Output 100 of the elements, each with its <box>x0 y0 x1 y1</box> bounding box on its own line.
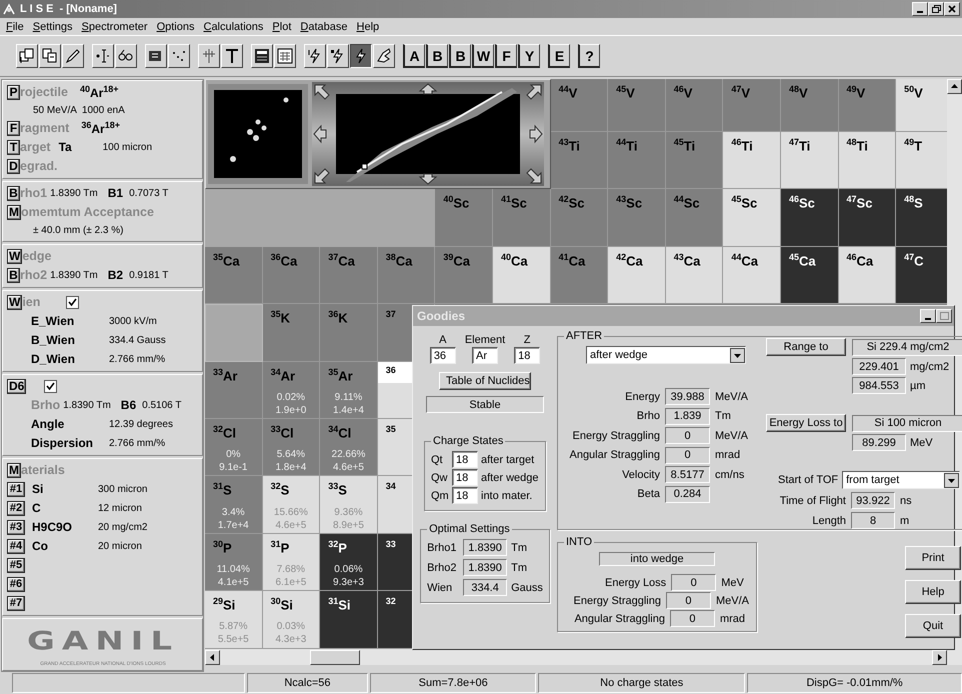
energy-loss-to-button[interactable]: Energy Loss to <box>766 414 846 432</box>
key-button[interactable]: F <box>7 120 20 136</box>
key-button[interactable]: W <box>7 294 22 310</box>
nuclide-cell[interactable]: $^{48}$S <box>896 189 947 247</box>
nuclide-cell[interactable]: $^{43}$Sc <box>608 189 666 247</box>
input-field[interactable]: 18 <box>452 487 478 504</box>
nuclide-cell[interactable]: $^{34}$Cl 22.66% 4.6e+5 <box>320 418 378 476</box>
menu-item[interactable]: Database <box>300 20 348 32</box>
menu-item[interactable]: Calculations <box>203 20 264 32</box>
nuclide-cell[interactable]: $^{32}$P 0.06% 9.3e+3 <box>320 534 378 592</box>
toolbar-button[interactable]: ? <box>578 44 600 68</box>
key-button[interactable]: T <box>7 140 20 154</box>
nuclide-cell[interactable]: $^{49}$T <box>896 132 947 190</box>
material-button[interactable]: #1 <box>7 482 25 496</box>
nuclide-cell[interactable]: $^{41}$Ca <box>550 246 608 304</box>
material-button[interactable]: #5 <box>7 558 25 572</box>
material-button[interactable]: #2 <box>7 500 25 516</box>
toolbar-button[interactable]: Y <box>518 44 540 68</box>
range-to-button[interactable]: Range to <box>766 338 846 356</box>
input-field[interactable]: Ar <box>472 347 498 364</box>
nuclide-cell[interactable]: $^{44}$Sc <box>666 189 724 247</box>
key-button[interactable]: D <box>7 158 20 174</box>
menu-item[interactable]: Options <box>156 20 194 32</box>
nuclide-cell[interactable]: $^{36}$K <box>320 304 378 362</box>
nuclide-cell[interactable]: $^{32}$S 15.66% 4.6e+5 <box>262 476 320 534</box>
key-button[interactable]: D6 <box>7 378 26 394</box>
dialog-button[interactable]: Print <box>905 546 961 570</box>
nuclide-cell[interactable]: $^{33}$S 9.36% 8.9e+5 <box>320 476 378 534</box>
checkbox[interactable] <box>66 296 80 308</box>
key-button[interactable]: M <box>7 462 21 478</box>
nuclide-cell[interactable]: $^{47}$Ti <box>780 132 839 190</box>
toolbar-button[interactable]: B <box>426 44 448 68</box>
nuclide-cell[interactable]: $^{42}$Ca <box>608 246 666 304</box>
horizontal-scrollbar[interactable] <box>205 649 947 665</box>
nuclide-cell[interactable]: $^{41}$Sc <box>492 189 551 247</box>
material-button[interactable]: #7 <box>7 596 25 610</box>
menu-item[interactable]: Help <box>356 20 380 32</box>
restore-button[interactable] <box>928 2 944 16</box>
scroll-thumb[interactable] <box>310 650 360 664</box>
nuclide-cell[interactable]: $^{43}$Ca <box>666 246 724 304</box>
nuclide-cell[interactable]: $^{35}$Ca <box>205 246 263 304</box>
nuclide-cell[interactable]: $^{33}$Ar <box>205 362 263 419</box>
nuclide-cell[interactable]: $^{31}$S 3.4% 1.7e+4 <box>205 476 263 534</box>
nuclide-cell[interactable]: $^{45}$Ca <box>780 246 839 304</box>
nuclide-cell[interactable]: $^{31}$P 7.68% 6.1e+5 <box>262 534 320 592</box>
menu-item[interactable]: Spectrometer <box>82 20 148 32</box>
material-button[interactable]: #3 <box>7 520 25 534</box>
nuclide-cell[interactable]: $^{29}$Si 5.87% 5.5e+5 <box>205 591 263 649</box>
input-field[interactable]: 18 <box>452 469 478 486</box>
dialog-button[interactable]: Help <box>905 580 961 604</box>
nuclide-cell[interactable]: $^{37}$Ca <box>320 246 378 304</box>
menu-item[interactable]: File <box>6 20 24 32</box>
dropdown[interactable]: from target <box>842 471 960 489</box>
table-of-nuclides-button[interactable]: Table of Nuclides <box>439 372 531 390</box>
menu-item[interactable]: Settings <box>32 20 73 32</box>
nuclide-cell[interactable]: $^{47}$V <box>723 79 781 132</box>
input-field[interactable]: 18 <box>514 347 540 364</box>
close-button[interactable] <box>944 2 960 16</box>
nuclide-cell[interactable]: $^{44}$V <box>550 79 608 132</box>
nuclide-cell[interactable]: $^{47}$Sc <box>838 189 896 247</box>
dropdown[interactable]: after wedge <box>586 346 746 364</box>
menu-item[interactable]: Plot <box>272 20 292 32</box>
dialog-button[interactable]: Quit <box>905 614 961 638</box>
minimize-button[interactable] <box>920 309 936 323</box>
key-button[interactable]: B <box>7 186 20 200</box>
toolbar-button[interactable]: B <box>449 44 471 68</box>
key-button[interactable]: P <box>7 84 20 100</box>
checkbox[interactable] <box>44 380 58 392</box>
minimize-button[interactable] <box>912 2 928 16</box>
nuclide-cell[interactable]: $^{44}$Ca <box>723 246 781 304</box>
nuclide-cell[interactable]: $^{35}$Ar 9.11% 1.4e+4 <box>320 362 378 419</box>
toolbar-button[interactable] <box>350 44 372 68</box>
nuclide-cell[interactable]: $^{42}$Sc <box>550 189 608 247</box>
nuclide-cell[interactable]: $^{30}$P 11.04% 4.1e+5 <box>205 534 263 592</box>
nuclide-cell[interactable]: $^{39}$Ca <box>435 246 493 304</box>
nuclide-cell[interactable]: $^{45}$V <box>608 79 666 132</box>
toolbar-button[interactable]: A <box>403 44 425 68</box>
toolbar-button[interactable]: E <box>548 44 570 68</box>
nuclide-cell[interactable]: $^{40}$Sc <box>435 189 493 247</box>
nuclide-cell[interactable]: $^{35}$K <box>262 304 320 362</box>
nuclide-cell[interactable]: $^{31}$Si <box>320 591 378 649</box>
nuclide-cell[interactable]: $^{49}$V <box>838 79 896 132</box>
maximize-button[interactable] <box>936 309 952 323</box>
toolbar-button[interactable]: F <box>495 44 517 68</box>
nuclide-cell[interactable]: $^{46}$Sc <box>780 189 839 247</box>
key-button[interactable]: B <box>7 268 20 282</box>
nuclide-cell[interactable]: $^{33}$Cl 5.64% 1.8e+4 <box>262 418 320 476</box>
nuclide-cell[interactable]: $^{50}$V <box>896 79 947 132</box>
key-button[interactable]: M <box>7 204 21 220</box>
nuclide-cell[interactable]: $^{30}$Si 0.03% 4.3e+3 <box>262 591 320 649</box>
material-button[interactable]: #6 <box>7 576 25 592</box>
nuclide-cell[interactable]: $^{46}$Ti <box>723 132 781 190</box>
input-field[interactable]: 36 <box>430 347 456 364</box>
nuclide-cell[interactable]: $^{36}$Ca <box>262 246 320 304</box>
nuclide-cell[interactable]: $^{45}$Ti <box>666 132 724 190</box>
nuclide-cell[interactable]: $^{47}$C <box>896 246 947 304</box>
nuclide-cell[interactable]: $^{44}$Ti <box>608 132 666 190</box>
nuclide-cell[interactable]: $^{45}$Sc <box>723 189 781 247</box>
nuclide-cell[interactable]: $^{48}$V <box>780 79 839 132</box>
nuclide-cell[interactable]: $^{48}$Ti <box>838 132 896 190</box>
